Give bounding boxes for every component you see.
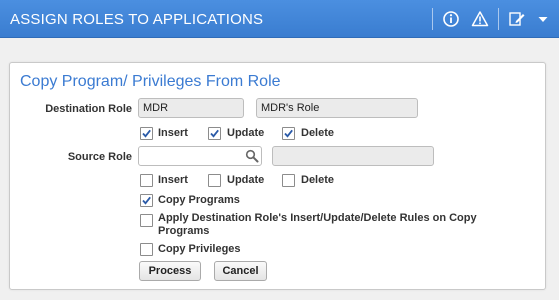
source-update-label: Update [227, 174, 265, 186]
info-icon[interactable] [442, 10, 460, 28]
edit-icon[interactable] [508, 10, 526, 28]
checkmark-icon [210, 129, 219, 138]
apply-rules-checkbox[interactable] [140, 214, 153, 227]
cancel-button[interactable]: Cancel [214, 261, 267, 281]
destination-role-code-field: MDR [138, 98, 244, 118]
destination-insert-label: Insert [158, 127, 188, 139]
destination-role-label: Destination Role [45, 103, 132, 115]
source-delete-checkbox[interactable] [282, 174, 295, 187]
header-divider [498, 8, 499, 30]
checkmark-icon [142, 196, 151, 205]
destination-delete-checkbox[interactable] [282, 127, 295, 140]
copy-privileges-checkbox[interactable] [140, 243, 153, 256]
apply-rules-label-line2: Programs [158, 225, 210, 237]
form-panel [9, 62, 546, 290]
search-icon[interactable] [245, 149, 259, 163]
source-insert-checkbox[interactable] [140, 174, 153, 187]
checkmark-icon [142, 129, 151, 138]
process-button[interactable]: Process [139, 261, 201, 281]
source-update-checkbox[interactable] [208, 174, 221, 187]
dropdown-arrow-icon[interactable] [534, 10, 552, 28]
page-title: ASSIGN ROLES TO APPLICATIONS [10, 11, 264, 28]
section-title: Copy Program/ Privileges From Role [20, 73, 281, 90]
destination-insert-checkbox[interactable] [140, 127, 153, 140]
header-bar: ASSIGN ROLES TO APPLICATIONS [0, 0, 559, 38]
source-role-code-input[interactable] [138, 146, 262, 166]
destination-delete-label: Delete [301, 127, 335, 139]
source-role-label: Source Role [67, 151, 132, 163]
copy-programs-label: Copy Programs [158, 194, 240, 206]
copy-programs-checkbox[interactable] [140, 194, 153, 207]
apply-rules-label-line1: Apply Destination Role's Insert/Update/D… [158, 212, 477, 224]
warning-icon[interactable] [471, 10, 489, 28]
checkmark-icon [284, 129, 293, 138]
copy-privileges-label: Copy Privileges [158, 243, 241, 255]
header-divider [432, 8, 433, 30]
source-delete-label: Delete [301, 174, 335, 186]
destination-update-label: Update [227, 127, 265, 139]
destination-update-checkbox[interactable] [208, 127, 221, 140]
source-insert-label: Insert [158, 174, 188, 186]
source-role-name-field [272, 146, 434, 166]
destination-role-name-field: MDR's Role [256, 98, 418, 118]
